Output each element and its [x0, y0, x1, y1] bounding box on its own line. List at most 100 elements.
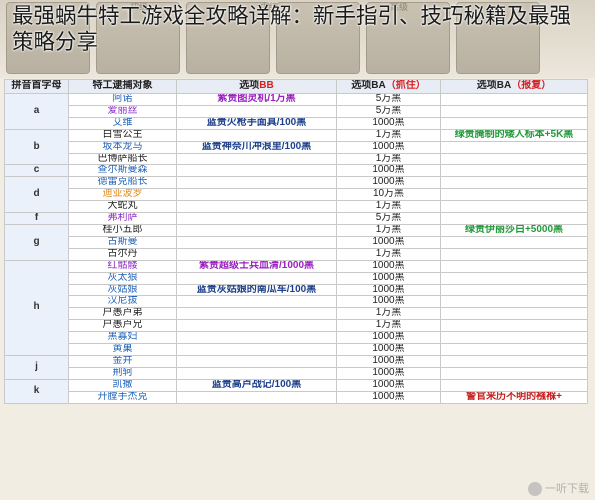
option-bb-cell [176, 366, 337, 380]
header-letter: 拼音首字母 [4, 79, 69, 94]
option-ba-revenge-cell: 警官来历不明的襁褓+ [440, 390, 588, 404]
agent-cell: 白雪公主 [68, 128, 177, 142]
agent-table-sheet: 拼音首字母 特工逮捕对象 选项BB 选项BA（抓住） 选项BA（报复） a 阿诺紫… [4, 79, 588, 404]
watermark-text: 一听下载 [545, 482, 589, 495]
option-ba-catch-cell: 1000黑 [336, 331, 441, 345]
agent-cell: 迪亚波罗 [68, 188, 177, 202]
agent-cell: 灰太狼 [68, 271, 177, 285]
option-bb-cell: 蓝贵神奈川冲浪里/100黑 [176, 140, 337, 154]
option-ba-catch-cell: 1000黑 [336, 140, 441, 154]
option-bb-cell [176, 319, 337, 333]
option-ba-catch-cell: 1000黑 [336, 235, 441, 249]
option-ba-revenge-cell: 绿贵腌制的矮人标本+5K黑 [440, 128, 588, 142]
header-bb-suffix: BB [259, 80, 274, 92]
header-option-ba-catch: 选项BA（抓住） [336, 79, 441, 94]
agent-capture-table: 拼音首字母 特工逮捕对象 选项BB 选项BA（抓住） 选项BA（报复） a 阿诺紫… [4, 79, 588, 404]
table-row: 灰姑娘 蓝贵灰姑娘的南瓜车/100黑 1000黑 [5, 283, 588, 297]
agent-cell: 古尔丹 [68, 247, 177, 261]
table-row: 汉尼拔 1000黑 [5, 295, 588, 309]
option-bb-cell [176, 212, 337, 225]
option-ba-revenge-cell [440, 295, 588, 309]
option-bb-cell: 蓝贵高卢战记/100黑 [176, 378, 337, 392]
option-bb-cell [176, 295, 337, 309]
letter-cell: a [4, 93, 69, 130]
option-ba-catch-cell: 1万黑 [336, 307, 441, 321]
agent-cell: 查尔斯曼森 [68, 164, 177, 178]
letter-cell: f [4, 212, 69, 225]
option-bb-cell [176, 331, 337, 345]
option-ba-catch-cell: 1000黑 [336, 283, 441, 297]
letter-cell: j [4, 354, 69, 380]
table-row: c 查尔斯曼森 1000黑 [4, 164, 588, 178]
header-ba2-prefix: 选项BA [476, 80, 512, 92]
agent-cell: 古斯曼 [68, 235, 177, 249]
option-bb-cell: 紫贵超级士兵血清/1000黑 [176, 259, 337, 273]
option-bb-cell [176, 223, 337, 237]
letter-cell: d [4, 176, 69, 214]
option-ba-revenge-cell [440, 176, 588, 190]
option-bb-cell [176, 200, 337, 214]
option-bb-cell [176, 247, 337, 261]
option-ba-catch-cell: 1万黑 [336, 200, 441, 214]
agent-cell: 桂小五郎 [68, 223, 177, 237]
table-row: 爱丽丝 5万黑 [5, 104, 588, 118]
table-row: h 红骷髅 紫贵超级士兵血清/1000黑 1000黑 [4, 259, 588, 356]
table-row: 艾维 蓝贵火枪手面具/100黑 1000黑 [5, 116, 588, 130]
agent-cell: 开膛手杰克 [68, 390, 177, 404]
option-ba-catch-cell: 1万黑 [336, 152, 441, 166]
option-bb-cell [176, 152, 337, 166]
table-row: 荆轲 1000黑 [5, 366, 588, 380]
option-bb-cell [176, 188, 337, 202]
option-ba-revenge-cell [440, 104, 588, 118]
agent-cell: 红骷髅 [68, 259, 177, 273]
table-row: a 阿诺 紫贵图灵机/1万黑 5万黑 [4, 93, 588, 130]
table-row: 户愚卢兄 1万黑 [5, 319, 588, 333]
agent-cell: 坂本龙马 [68, 140, 177, 154]
letter-cell: h [4, 259, 69, 356]
header-agent: 特工逮捕对象 [68, 79, 177, 94]
option-ba-catch-cell: 5万黑 [336, 212, 441, 225]
option-ba-revenge-cell [440, 152, 588, 166]
option-ba-catch-cell: 1000黑 [336, 176, 441, 190]
watermark: 一听下载 [528, 480, 589, 496]
option-ba-revenge-cell [440, 307, 588, 321]
option-ba-catch-cell: 1000黑 [336, 295, 441, 309]
agent-cell: 爱丽丝 [68, 104, 177, 118]
option-ba-catch-cell: 1000黑 [336, 343, 441, 356]
agent-cell: 黑寡妇 [68, 331, 177, 345]
table-row: 古尔丹 1万黑 [5, 247, 588, 261]
option-ba-revenge-cell [440, 319, 588, 333]
option-ba-catch-cell: 1000黑 [336, 390, 441, 404]
option-ba-catch-cell: 1000黑 [336, 366, 441, 380]
letter-cell: g [4, 223, 69, 261]
option-ba-revenge-cell [440, 366, 588, 380]
agent-cell: 汉尼拔 [68, 295, 177, 309]
option-ba-catch-cell: 1万黑 [336, 223, 441, 237]
table-row: g 桂小五郎 1万黑 绿贵伊丽莎白+5000黑 [4, 223, 588, 261]
option-ba-revenge-cell [440, 235, 588, 249]
table-row: d 德雷克船长 1000黑 [4, 176, 588, 214]
option-ba-revenge-cell [440, 116, 588, 130]
agent-cell: 荆轲 [68, 366, 177, 380]
agent-cell: 弗利萨 [68, 212, 177, 225]
letter-cell: c [4, 164, 69, 178]
table-row: f 弗利萨 5万黑 [4, 212, 588, 225]
table-body: a 阿诺 紫贵图灵机/1万黑 5万黑 爱丽丝 5万黑 艾维 蓝贵火枪手面具/100黑 1000黑… [4, 93, 588, 404]
agent-cell: 大蛇丸 [68, 200, 177, 214]
option-ba-revenge-cell [440, 283, 588, 297]
option-ba-revenge-cell [440, 378, 588, 392]
option-ba-catch-cell: 5万黑 [336, 93, 441, 106]
letter-cell: b [4, 128, 69, 166]
agent-cell: 户愚卢兄 [68, 319, 177, 333]
option-ba-catch-cell: 1万黑 [336, 128, 441, 142]
option-ba-revenge-cell: 绿贵伊丽莎白+5000黑 [440, 223, 588, 237]
agent-cell: 户愚卢弟 [68, 307, 177, 321]
header-option-bb: 选项BB [176, 79, 337, 94]
agent-cell: 艾维 [68, 116, 177, 130]
table-row: 大蛇丸 1万黑 [5, 200, 588, 214]
agent-cell: 巴博萨船长 [68, 152, 177, 166]
option-ba-catch-cell: 1000黑 [336, 378, 441, 392]
option-ba-catch-cell: 1000黑 [336, 259, 441, 273]
option-bb-cell [176, 164, 337, 178]
option-ba-catch-cell: 1000黑 [336, 116, 441, 130]
